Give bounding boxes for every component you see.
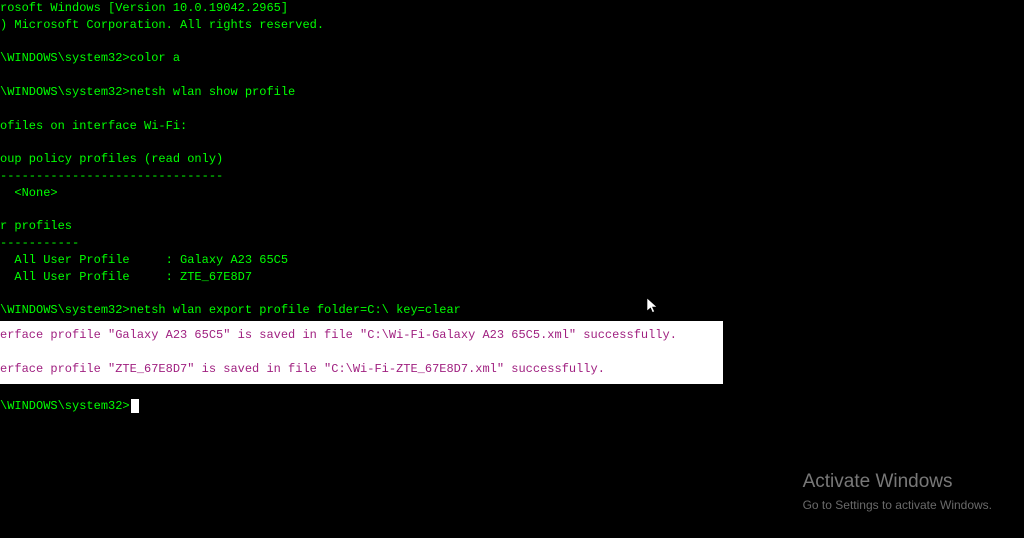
blank-line [0, 202, 1024, 219]
prompt-text: \WINDOWS\system32> [0, 399, 130, 413]
profile-line: All User Profile : ZTE_67E8D7 [0, 269, 1024, 286]
blank-line [0, 67, 1024, 84]
watermark-subtitle: Go to Settings to activate Windows. [803, 497, 992, 514]
blank-line [0, 344, 723, 361]
version-line: rosoft Windows [Version 10.0.19042.2965] [0, 0, 1024, 17]
command-prompt-terminal[interactable]: rosoft Windows [Version 10.0.19042.2965]… [0, 0, 1024, 414]
divider-line: ----------- [0, 235, 1024, 252]
blank-line [0, 101, 1024, 118]
activate-windows-watermark: Activate Windows Go to Settings to activ… [803, 469, 992, 514]
profiles-header: ofiles on interface Wi-Fi: [0, 118, 1024, 135]
export-result-line: erface profile "Galaxy A23 65C5" is save… [0, 327, 723, 344]
watermark-title: Activate Windows [803, 469, 992, 496]
current-prompt[interactable]: \WINDOWS\system32> [0, 398, 1024, 415]
highlighted-output: erface profile "Galaxy A23 65C5" is save… [0, 321, 723, 383]
command-line-export: \WINDOWS\system32>netsh wlan export prof… [0, 302, 1024, 319]
divider-line: ------------------------------- [0, 168, 1024, 185]
profile-line: All User Profile : Galaxy A23 65C5 [0, 252, 1024, 269]
export-result-line: erface profile "ZTE_67E8D7" is saved in … [0, 361, 723, 378]
blank-line [0, 134, 1024, 151]
user-profiles-header: r profiles [0, 218, 1024, 235]
text-cursor [131, 399, 139, 413]
command-line-color: \WINDOWS\system32>color a [0, 50, 1024, 67]
blank-line [0, 286, 1024, 303]
command-line-show-profile: \WINDOWS\system32>netsh wlan show profil… [0, 84, 1024, 101]
none-line: <None> [0, 185, 1024, 202]
copyright-line: ) Microsoft Corporation. All rights rese… [0, 17, 1024, 34]
blank-line [0, 34, 1024, 51]
group-policy-header: oup policy profiles (read only) [0, 151, 1024, 168]
